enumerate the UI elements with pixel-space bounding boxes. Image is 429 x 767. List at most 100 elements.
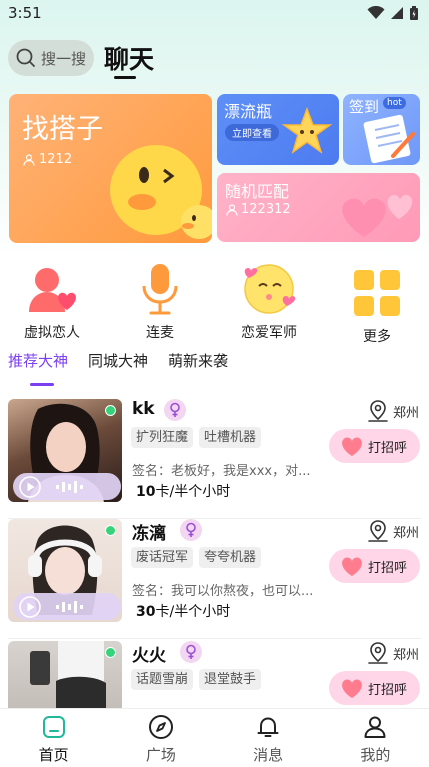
shortcut-voice-chat[interactable]: 连麦 [126,262,194,342]
find-partner-count: 1212 [23,152,72,167]
bottom-nav: 首页 广场 消息 我的 [0,708,429,767]
audio-wave-icon [56,600,83,613]
list-item[interactable]: kk 扩列狂魔 吐槽机器 签名：老板好，我是xxx，对... 10卡/半个小时 … [0,399,429,519]
price-value: 10 [136,484,156,500]
chick-illustration [110,145,212,239]
tab-same-city[interactable]: 同城大神 [88,350,148,371]
female-gender-icon [164,399,186,421]
love-advisor-icon [244,264,296,314]
bell-icon [257,717,279,737]
page-title: 聊天 [104,40,155,79]
nav-home[interactable]: 首页 [0,709,107,767]
status-icons [367,5,419,21]
notepad-icon [363,114,415,164]
heart-icon [342,679,362,698]
title-underline [114,76,136,79]
search-label: 搜一搜 [41,49,87,68]
play-icon[interactable] [19,475,41,498]
list-item[interactable]: 冻漓 废话冠军 夸夸机器 签名：我可以你熬夜，也可以... 30卡/半个小时 郑… [0,519,429,639]
tag-list: 话题雪崩 退堂鼓手 [131,669,262,690]
page-title-text: 聊天 [104,45,155,74]
location-city: 郑州 [392,405,419,421]
tag: 夸夸机器 [199,547,262,568]
price-value: 30 [136,604,156,620]
heart-icon [342,557,362,576]
online-status-dot [105,405,116,416]
price-unit: 卡/半个小时 [155,604,231,620]
category-tabs: 推荐大神 同城大神 萌新来袭 [8,350,228,386]
location-pin-icon [368,400,388,422]
user-count-icon [23,153,35,166]
nav-label: 广场 [145,746,176,764]
random-match-card[interactable]: 随机匹配 122312 [217,173,420,242]
nav-profile[interactable]: 我的 [322,709,429,767]
greet-label: 打招呼 [368,560,408,576]
location: 郑州 [367,399,419,423]
signature-text: 签名：老板好，我是xxx，对... [132,464,311,479]
list-item[interactable]: 火火 话题雪崩 退堂鼓手 郑州 打招呼 [0,641,429,708]
tab-recommended[interactable]: 推荐大神 [8,350,68,386]
location: 郑州 [367,519,419,543]
virtual-lover-icon [29,268,76,312]
search-icon [16,48,35,67]
price-unit: 卡/半个小时 [155,484,231,500]
online-status-dot [105,525,116,536]
user-count-icon [226,203,238,216]
user-name: 火火 [132,646,166,666]
microphone-icon [142,264,178,315]
search-button[interactable]: 搜一搜 [8,40,94,76]
header: 搜一搜 聊天 [8,40,155,79]
shortcut-label: 更多 [363,329,391,345]
tag-list: 扩列狂魔 吐槽机器 [131,427,262,448]
heart-icon [342,437,362,456]
hot-badge: hot [383,97,406,109]
shortcut-more[interactable]: 更多 [343,262,411,346]
find-partner-card[interactable]: 找搭子 1212 [9,94,212,243]
nav-label: 首页 [38,746,69,764]
tag: 扩列狂魔 [131,427,194,448]
play-icon[interactable] [19,595,41,618]
tag: 退堂鼓手 [199,669,262,690]
tag: 话题雪崩 [131,669,194,690]
nav-messages[interactable]: 消息 [215,709,322,767]
price-text: 30卡/半个小时 [136,601,230,621]
list-divider [8,638,421,639]
shortcut-virtual-lover[interactable]: 虚拟恋人 [18,262,86,342]
shortcut-label: 恋爱军师 [241,325,297,341]
avatar-photo[interactable] [8,399,122,502]
location-pin-icon [368,520,388,542]
female-gender-icon [180,519,202,541]
drift-bottle-view-button[interactable]: 立即查看 [225,124,279,141]
voice-intro-player[interactable] [13,593,121,620]
battery-icon [410,5,418,20]
avatar-photo[interactable] [8,641,122,708]
signature-text: 签名：我可以你熬夜，也可以... [132,584,314,599]
nav-label: 消息 [253,746,284,764]
location-city: 郑州 [392,525,419,541]
location-pin-icon [368,642,388,664]
person-icon [364,716,386,738]
random-match-count-value: 122312 [241,202,291,217]
location-city: 郑州 [392,647,419,663]
greet-label: 打招呼 [368,440,408,456]
status-bar: 3:51 [0,0,429,26]
tag-list: 废话冠军 夸夸机器 [131,547,262,568]
greet-button[interactable]: 打招呼 [329,549,420,583]
user-name: 冻漓 [132,524,166,544]
tab-newcomers[interactable]: 萌新来袭 [168,350,228,371]
shortcut-label: 虚拟恋人 [24,325,80,341]
female-gender-icon [180,641,202,663]
greet-button[interactable]: 打招呼 [329,671,420,705]
avatar-photo[interactable] [8,519,122,622]
voice-intro-player[interactable] [13,473,121,500]
status-time: 3:51 [8,4,42,22]
greet-label: 打招呼 [368,682,408,698]
sign-in-card[interactable]: 签到 hot [343,94,420,165]
shortcut-love-advisor[interactable]: 恋爱军师 [234,262,304,342]
nav-square[interactable]: 广场 [107,709,214,767]
tag: 吐槽机器 [199,427,262,448]
home-icon [42,716,65,738]
find-partner-title: 找搭子 [22,114,103,145]
drift-bottle-card[interactable]: 漂流瓶 立即查看 [217,94,339,165]
greet-button[interactable]: 打招呼 [329,429,420,463]
